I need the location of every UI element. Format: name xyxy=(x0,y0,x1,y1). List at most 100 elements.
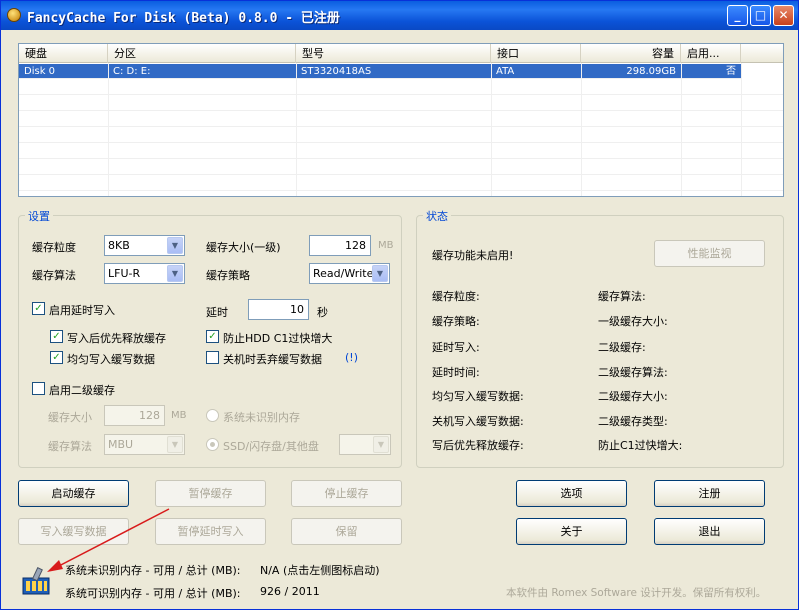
l2-source-ssd-label[interactable]: SSD/闪存盘/其他盘 xyxy=(223,438,319,454)
l2-disk-select[interactable]: ▼ xyxy=(339,434,391,455)
register-button[interactable]: 注册 xyxy=(654,480,765,507)
unrecognized-memory-value: N/A (点击左侧图标启动) xyxy=(260,564,380,577)
deferred-write-label[interactable]: 启用延时写入 xyxy=(49,302,115,318)
status-label-prevent-c1: 防止C1过快增大: xyxy=(598,439,683,452)
grid-line xyxy=(108,63,109,196)
copyright-text: 本软件由 Romex Software 设计开发。保留所有权利。 xyxy=(506,587,767,599)
cell-disk: Disk 0 xyxy=(24,66,56,77)
grid-line xyxy=(581,63,582,196)
empty-row xyxy=(19,128,783,143)
status-not-enabled: 缓存功能未启用! xyxy=(432,249,514,262)
granularity-value: 8KB xyxy=(108,239,130,252)
title-bar[interactable]: FancyCache For Disk (Beta) 0.8.0 - 已注册 _… xyxy=(1,1,798,30)
l2-size-label: 缓存大小 xyxy=(48,411,92,424)
l2-source-unrecognized-label[interactable]: 系统未识别内存 xyxy=(223,409,300,425)
cell-partition: C: D: E: xyxy=(113,66,151,77)
close-button[interactable]: ✕ xyxy=(773,5,794,26)
table-row[interactable]: Disk 0 C: D: E: ST3320418AS ATA 298.09GB… xyxy=(19,64,741,79)
release-after-write-checkbox[interactable]: ✓ xyxy=(50,330,63,343)
status-group-title: 状态 xyxy=(423,208,451,224)
column-header-interface[interactable]: 接口 xyxy=(491,44,581,63)
status-label-l2-type: 二级缓存类型: xyxy=(598,415,668,428)
column-header-model[interactable]: 型号 xyxy=(296,44,491,63)
recognized-memory-value: 926 / 2011 xyxy=(260,585,320,598)
granularity-select[interactable]: 8KB ▼ xyxy=(104,235,185,256)
prevent-c1-checkbox[interactable]: ✓ xyxy=(206,330,219,343)
empty-row xyxy=(19,160,783,175)
disk-list[interactable]: 硬盘 分区 型号 接口 容量 启用... Disk 0 C: D: E: ST3… xyxy=(18,43,784,197)
minimize-button[interactable]: _ xyxy=(727,5,748,26)
performance-monitor-button[interactable]: 性能监视 xyxy=(654,240,765,267)
maximize-button[interactable]: □ xyxy=(750,5,771,26)
column-header-enabled[interactable]: 启用... xyxy=(681,44,741,63)
options-button[interactable]: 选项 xyxy=(516,480,627,507)
chevron-down-icon[interactable]: ▼ xyxy=(167,436,183,453)
algorithm-select[interactable]: LFU-R ▼ xyxy=(104,263,185,284)
empty-row xyxy=(19,176,783,191)
stop-cache-button[interactable]: 停止缓存 xyxy=(291,480,402,507)
status-label-shutdown-write: 关机写入缓写数据: xyxy=(432,415,524,428)
status-label-delay-time: 延时时间: xyxy=(432,366,480,379)
status-label-algorithm: 缓存算法: xyxy=(598,290,646,303)
status-label-l1-size: 一级缓存大小: xyxy=(598,315,668,328)
grid-line xyxy=(741,63,742,196)
strategy-select[interactable]: Read/Write ▼ xyxy=(309,263,390,284)
chevron-down-icon[interactable]: ▼ xyxy=(372,265,388,282)
empty-row xyxy=(19,96,783,111)
strategy-label: 缓存策略 xyxy=(206,269,250,282)
l2-source-unrecognized-radio[interactable] xyxy=(206,409,219,422)
l2-enable-label[interactable]: 启用二级缓存 xyxy=(49,382,115,398)
prevent-c1-label[interactable]: 防止HDD C1过快增大 xyxy=(223,330,332,346)
pause-cache-button[interactable]: 暂停缓存 xyxy=(155,480,266,507)
main-window: FancyCache For Disk (Beta) 0.8.0 - 已注册 _… xyxy=(0,0,799,610)
grid-line xyxy=(296,63,297,196)
unrecognized-memory-label: 系统未识别内存 - 可用 / 总计 (MB): xyxy=(65,564,241,577)
algorithm-value: LFU-R xyxy=(108,267,141,280)
status-label-l2-algorithm: 二级缓存算法: xyxy=(598,366,668,379)
keep-button[interactable]: 保留 xyxy=(291,518,402,545)
chevron-down-icon[interactable]: ▼ xyxy=(167,265,183,282)
discard-on-shutdown-label[interactable]: 关机时丢弃缓写数据 xyxy=(223,351,322,367)
column-header-capacity[interactable]: 容量 xyxy=(581,44,681,63)
grid-line xyxy=(491,63,492,196)
l2-source-ssd-radio[interactable] xyxy=(206,438,219,451)
granularity-label: 缓存粒度 xyxy=(32,241,76,254)
delay-label: 延时 xyxy=(206,306,228,319)
info-link[interactable]: (!) xyxy=(345,351,358,364)
deferred-write-checkbox[interactable]: ✓ xyxy=(32,302,45,315)
even-write-label[interactable]: 均匀写入缓写数据 xyxy=(67,351,155,367)
exit-button[interactable]: 退出 xyxy=(654,518,765,545)
disk-list-header: 硬盘 分区 型号 接口 容量 启用... xyxy=(19,44,783,63)
cell-model: ST3320418AS xyxy=(301,66,372,77)
status-label-l2-size: 二级缓存大小: xyxy=(598,390,668,403)
l2-size-input[interactable]: 128 xyxy=(104,405,165,426)
l2-size-unit: MB xyxy=(171,410,187,421)
status-label-deferred-write: 延时写入: xyxy=(432,341,480,354)
even-write-checkbox[interactable]: ✓ xyxy=(50,351,63,364)
l2-algorithm-label: 缓存算法 xyxy=(48,440,92,453)
column-header-partition[interactable]: 分区 xyxy=(108,44,296,63)
delay-unit: 秒 xyxy=(317,306,328,319)
cell-interface: ATA xyxy=(496,66,515,77)
discard-on-shutdown-checkbox[interactable] xyxy=(206,351,219,364)
grid-line xyxy=(681,63,682,196)
recognized-memory-label: 系统可识别内存 - 可用 / 总计 (MB): xyxy=(65,587,241,600)
l1-size-label: 缓存大小(一级) xyxy=(206,241,281,254)
algorithm-label: 缓存算法 xyxy=(32,269,76,282)
about-button[interactable]: 关于 xyxy=(516,518,627,545)
start-cache-button[interactable]: 启动缓存 xyxy=(18,480,129,507)
l2-enable-checkbox[interactable] xyxy=(32,382,45,395)
l2-algorithm-value: MBU xyxy=(108,438,134,451)
chevron-down-icon[interactable]: ▼ xyxy=(167,237,183,254)
empty-row xyxy=(19,80,783,95)
l1-size-input[interactable]: 128 xyxy=(309,235,371,256)
window-title: FancyCache For Disk (Beta) 0.8.0 - 已注册 xyxy=(27,11,340,26)
column-header-disk[interactable]: 硬盘 xyxy=(19,44,108,63)
strategy-value: Read/Write xyxy=(313,267,374,280)
l2-algorithm-select[interactable]: MBU ▼ xyxy=(104,434,185,455)
chevron-down-icon[interactable]: ▼ xyxy=(373,436,389,453)
app-title-icon[interactable] xyxy=(7,8,21,22)
release-after-write-label[interactable]: 写入后优先释放缓存 xyxy=(67,330,166,346)
delay-input[interactable]: 10 xyxy=(248,299,309,320)
status-label-release-after-write: 写后优先释放缓存: xyxy=(432,439,524,452)
